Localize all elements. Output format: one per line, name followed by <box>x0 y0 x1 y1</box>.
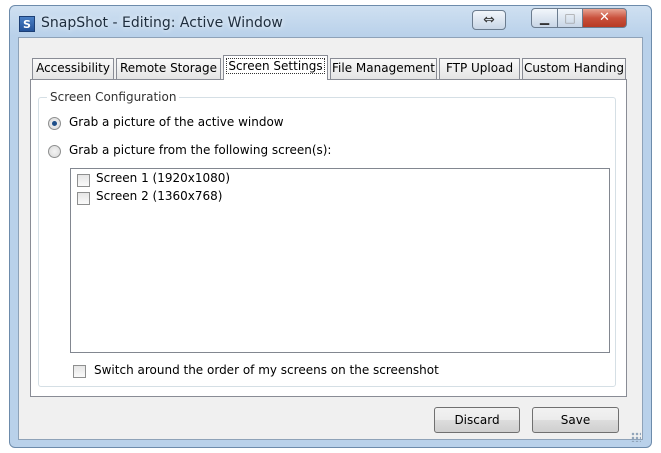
tab-custom-handing[interactable]: Custom Handing <box>522 58 626 79</box>
tab-remote-storage[interactable]: Remote Storage <box>116 58 221 79</box>
discard-button[interactable]: Discard <box>434 407 520 433</box>
tab-accessibility[interactable]: Accessibility <box>32 58 114 79</box>
screen-2-label[interactable]: Screen 2 (1360x768) <box>96 189 222 203</box>
tab-label: Remote Storage <box>119 61 218 75</box>
tab-label: Screen Settings <box>226 58 325 74</box>
discard-button-label: Discard <box>454 413 500 427</box>
tab-label: FTP Upload <box>445 61 514 75</box>
radio-active-window-label[interactable]: Grab a picture of the active window <box>69 115 284 129</box>
tab-screen-settings[interactable]: Screen Settings <box>223 55 328 80</box>
screen-1-label[interactable]: Screen 1 (1920x1080) <box>96 171 230 185</box>
screen-2-checkbox[interactable] <box>77 192 90 205</box>
save-button-label: Save <box>560 413 591 427</box>
resize-grip-icon[interactable] <box>631 432 641 442</box>
window-title: SnapShot - Editing: Active Window <box>41 15 283 31</box>
tab-label: File Management <box>332 61 435 75</box>
maximize-button[interactable]: □ <box>557 8 583 28</box>
radio-following-screens[interactable] <box>48 145 61 158</box>
switch-order-checkbox[interactable] <box>73 365 86 378</box>
tab-label: Accessibility <box>36 61 110 75</box>
tab-label: Custom Handing <box>524 61 624 75</box>
group-title: Screen Configuration <box>47 90 180 104</box>
title-bar[interactable]: S SnapShot - Editing: Active Window ⇔ ▁ … <box>10 6 651 40</box>
tab-ftp-upload[interactable]: FTP Upload <box>439 58 520 79</box>
close-button[interactable]: ✕ <box>582 8 627 28</box>
screen-list[interactable]: Screen 1 (1920x1080) Screen 2 (1360x768) <box>70 168 610 353</box>
screen-1-checkbox[interactable] <box>77 174 90 187</box>
minimize-button[interactable]: ▁ <box>531 8 558 28</box>
swap-icon[interactable]: ⇔ <box>472 10 506 30</box>
tab-file-management[interactable]: File Management <box>330 58 437 79</box>
switch-order-label[interactable]: Switch around the order of my screens on… <box>94 363 439 377</box>
radio-following-screens-label[interactable]: Grab a picture from the following screen… <box>69 143 331 157</box>
save-button[interactable]: Save <box>532 407 619 433</box>
app-icon: S <box>19 16 35 32</box>
radio-active-window[interactable] <box>48 117 61 130</box>
